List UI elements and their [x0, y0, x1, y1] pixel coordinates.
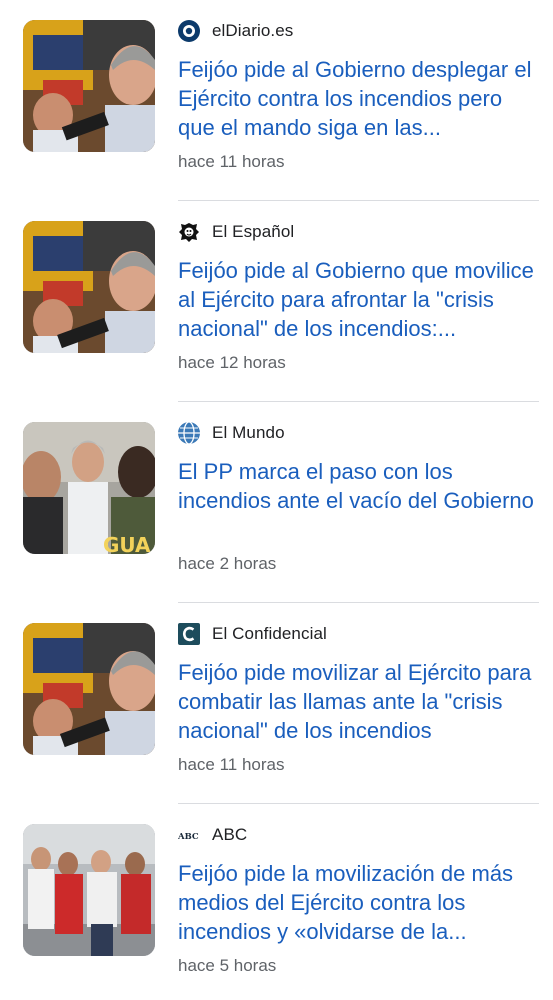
article-timestamp: hace 2 horas — [178, 554, 277, 573]
abc-logo-text: ABC — [178, 832, 199, 842]
article-timestamp: hace 11 horas — [178, 152, 285, 171]
article-thumbnail[interactable] — [23, 623, 155, 755]
news-card[interactable]: El Confidencial Feijóo pide movilizar al… — [0, 603, 553, 804]
article-timestamp: hace 11 horas — [178, 755, 285, 774]
feijoo-visit-photo — [23, 824, 155, 956]
feijoo-guardia-civil-photo: GUA — [23, 422, 155, 554]
news-source: El Mundo — [178, 421, 285, 445]
article-thumbnail[interactable] — [23, 20, 155, 152]
news-card[interactable]: ABC ABC Feijóo pide la movilización de m… — [0, 804, 553, 1000]
source-name: El Confidencial — [212, 624, 327, 643]
article-headline[interactable]: Feijóo pide movilizar al Ejército para c… — [178, 658, 540, 745]
source-name: elDiario.es — [212, 21, 294, 40]
news-source: ABC ABC — [178, 823, 247, 847]
eldiario-logo-icon — [178, 20, 200, 42]
article-headline[interactable]: El PP marca el paso con los incendios an… — [178, 457, 540, 515]
article-timestamp: hace 5 horas — [178, 956, 277, 975]
article-headline[interactable]: Feijóo pide al Gobierno que movilice al … — [178, 256, 540, 343]
article-thumbnail[interactable] — [23, 221, 155, 353]
abc-logo-icon: ABC — [178, 824, 200, 846]
feijoo-press-photo — [23, 221, 155, 353]
source-name: El Mundo — [212, 423, 285, 442]
source-name: ABC — [212, 825, 248, 844]
elespanol-lion-logo-icon — [178, 221, 200, 243]
news-source: El Español — [178, 220, 294, 244]
news-source: El Confidencial — [178, 622, 327, 646]
elmundo-globe-logo-icon — [178, 422, 200, 444]
article-headline[interactable]: Feijóo pide la movilización de más medio… — [178, 859, 540, 946]
news-feed: elDiario.es Feijóo pide al Gobierno desp… — [0, 0, 553, 1000]
article-thumbnail[interactable]: GUA — [23, 422, 155, 554]
news-card[interactable]: elDiario.es Feijóo pide al Gobierno desp… — [0, 0, 553, 201]
feijoo-press-photo — [23, 623, 155, 755]
photo-text: GUA — [103, 533, 151, 554]
news-source: elDiario.es — [178, 19, 293, 43]
article-timestamp: hace 12 horas — [178, 353, 286, 372]
source-name: El Español — [212, 222, 295, 241]
news-card[interactable]: El Español Feijóo pide al Gobierno que m… — [0, 201, 553, 402]
article-thumbnail[interactable] — [23, 824, 155, 956]
news-card[interactable]: GUA El Mundo El PP marca el paso con los… — [0, 402, 553, 603]
feijoo-press-photo — [23, 20, 155, 152]
elconfidencial-logo-icon — [178, 623, 200, 645]
article-headline[interactable]: Feijóo pide al Gobierno desplegar el Ejé… — [178, 55, 540, 142]
